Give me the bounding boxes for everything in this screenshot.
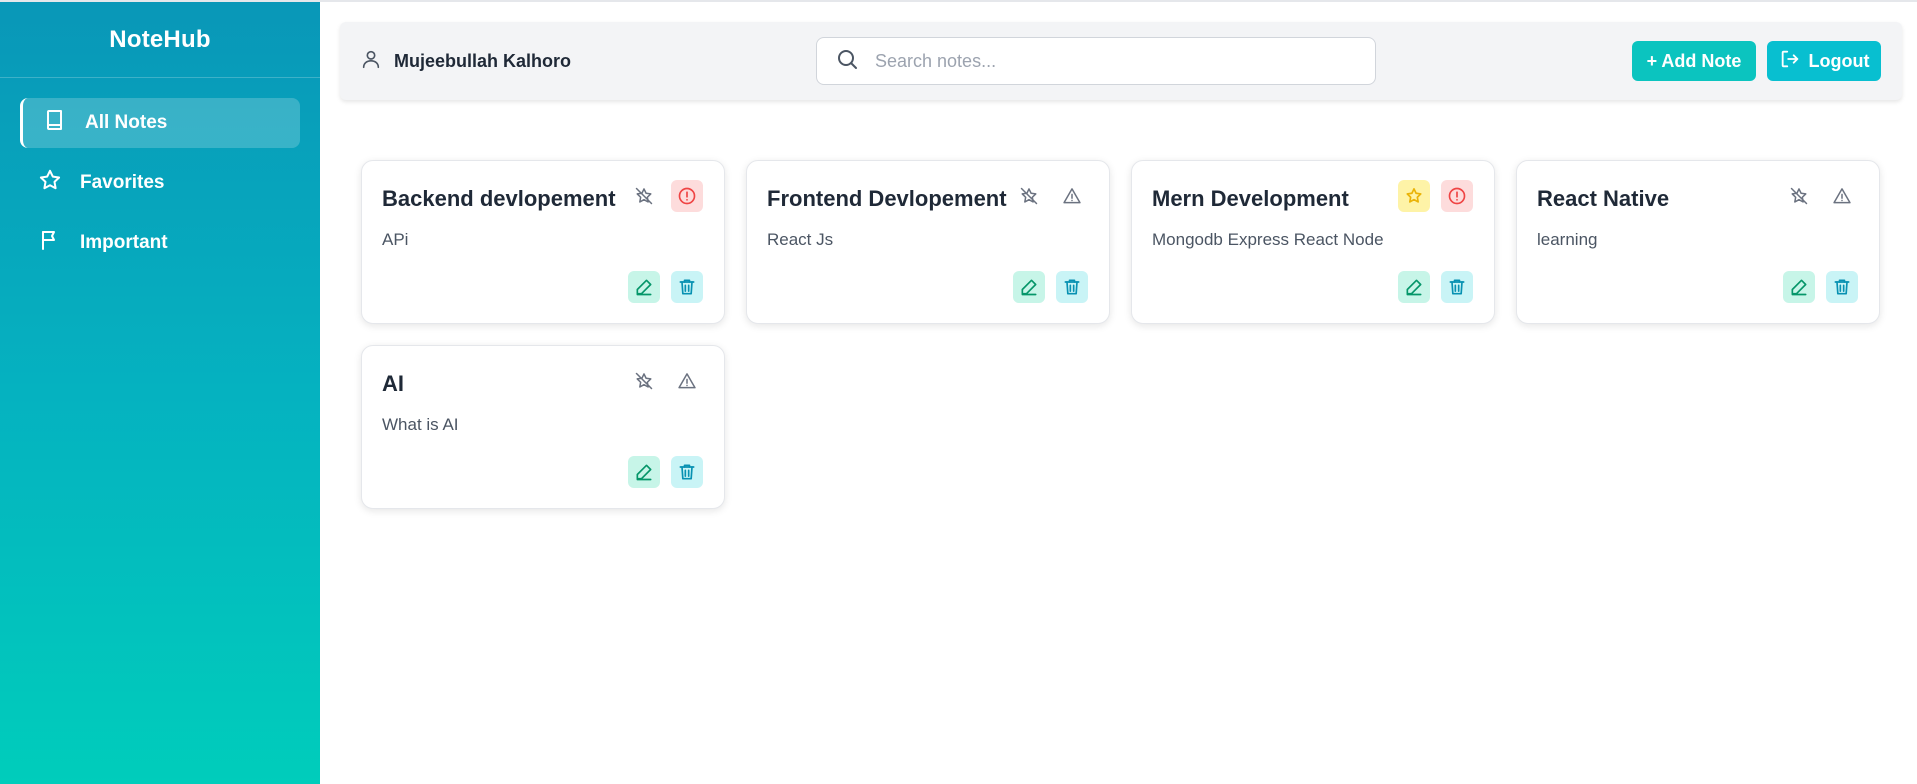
sidebar: NoteHub All Notes Favorites Important [0, 2, 320, 784]
trash-icon [679, 279, 695, 295]
trash-icon [679, 464, 695, 480]
pencil-icon [1791, 279, 1807, 296]
sidebar-item-label: Favorites [80, 172, 165, 193]
note-description: APi [382, 230, 409, 249]
search-box [816, 37, 1376, 85]
star-off-icon [635, 187, 653, 205]
note-card: Mern Development Mongodb Express React N… [1131, 160, 1495, 324]
user-info: Mujeebullah Kalhoro [360, 22, 571, 100]
note-title: Mern Development [1152, 186, 1349, 211]
favorite-toggle-button[interactable] [628, 180, 660, 212]
book-icon [43, 108, 67, 138]
note-card: AI What is AI [361, 345, 725, 509]
note-title: Frontend Devlopement [767, 186, 1007, 211]
edit-note-button[interactable] [628, 456, 660, 488]
favorite-toggle-button[interactable] [1013, 180, 1045, 212]
top-header: Mujeebullah Kalhoro + Add Note Logout [340, 22, 1902, 100]
note-card: React Native learning [1516, 160, 1880, 324]
logout-label: Logout [1808, 50, 1870, 71]
star-off-icon [635, 372, 653, 390]
star-off-icon [1790, 187, 1808, 205]
delete-note-button[interactable] [671, 271, 703, 303]
delete-note-button[interactable] [1056, 271, 1088, 303]
sidebar-item-label: Important [80, 232, 168, 253]
edit-note-button[interactable] [1013, 271, 1045, 303]
note-description: What is AI [382, 415, 459, 434]
warning-triangle-icon [1833, 188, 1851, 204]
trash-icon [1449, 279, 1465, 295]
pencil-icon [1021, 279, 1037, 296]
warning-triangle-icon [1063, 188, 1081, 204]
important-toggle-button[interactable] [1826, 180, 1858, 212]
note-card: Backend devlopement APi [361, 160, 725, 324]
star-off-icon [1020, 187, 1038, 205]
alert-circle-icon [1448, 187, 1466, 205]
note-description: learning [1537, 230, 1598, 249]
star-icon [38, 168, 62, 198]
pencil-icon [636, 464, 652, 481]
note-description: Mongodb Express React Node [1152, 230, 1384, 249]
favorite-toggle-button[interactable] [628, 365, 660, 397]
sidebar-nav: All Notes Favorites Important [0, 78, 320, 268]
pencil-icon [636, 279, 652, 296]
search-icon [835, 47, 859, 76]
important-toggle-button[interactable] [1441, 180, 1473, 212]
favorite-toggle-button[interactable] [1398, 180, 1430, 212]
search-input[interactable] [875, 50, 1335, 72]
note-title: Backend devlopement [382, 186, 616, 211]
sidebar-item-important[interactable]: Important [20, 218, 300, 268]
delete-note-button[interactable] [1441, 271, 1473, 303]
edit-note-button[interactable] [628, 271, 660, 303]
sidebar-item-label: All Notes [85, 112, 168, 133]
alert-circle-icon [678, 187, 696, 205]
favorite-toggle-button[interactable] [1783, 180, 1815, 212]
delete-note-button[interactable] [671, 456, 703, 488]
pencil-icon [1406, 279, 1422, 296]
note-title: React Native [1537, 186, 1670, 211]
edit-note-button[interactable] [1398, 271, 1430, 303]
trash-icon [1834, 279, 1850, 295]
sidebar-item-all-notes[interactable]: All Notes [20, 98, 300, 148]
note-description: React Js [767, 230, 834, 249]
note-card: Frontend Devlopement React Js [746, 160, 1110, 324]
logout-icon [1779, 48, 1801, 75]
important-toggle-button[interactable] [1056, 180, 1088, 212]
add-note-button[interactable]: + Add Note [1632, 41, 1756, 81]
logout-button[interactable]: Logout [1767, 41, 1881, 81]
delete-note-button[interactable] [1826, 271, 1858, 303]
star-icon [1406, 188, 1422, 203]
user-icon [360, 48, 382, 75]
important-toggle-button[interactable] [671, 180, 703, 212]
user-name: Mujeebullah Kalhoro [394, 50, 572, 71]
important-toggle-button[interactable] [671, 365, 703, 397]
sidebar-item-favorites[interactable]: Favorites [20, 158, 300, 208]
warning-triangle-icon [678, 373, 696, 389]
flag-icon [38, 228, 62, 258]
app-brand: NoteHub [0, 2, 320, 78]
edit-note-button[interactable] [1783, 271, 1815, 303]
note-title: AI [382, 371, 404, 396]
trash-icon [1064, 279, 1080, 295]
